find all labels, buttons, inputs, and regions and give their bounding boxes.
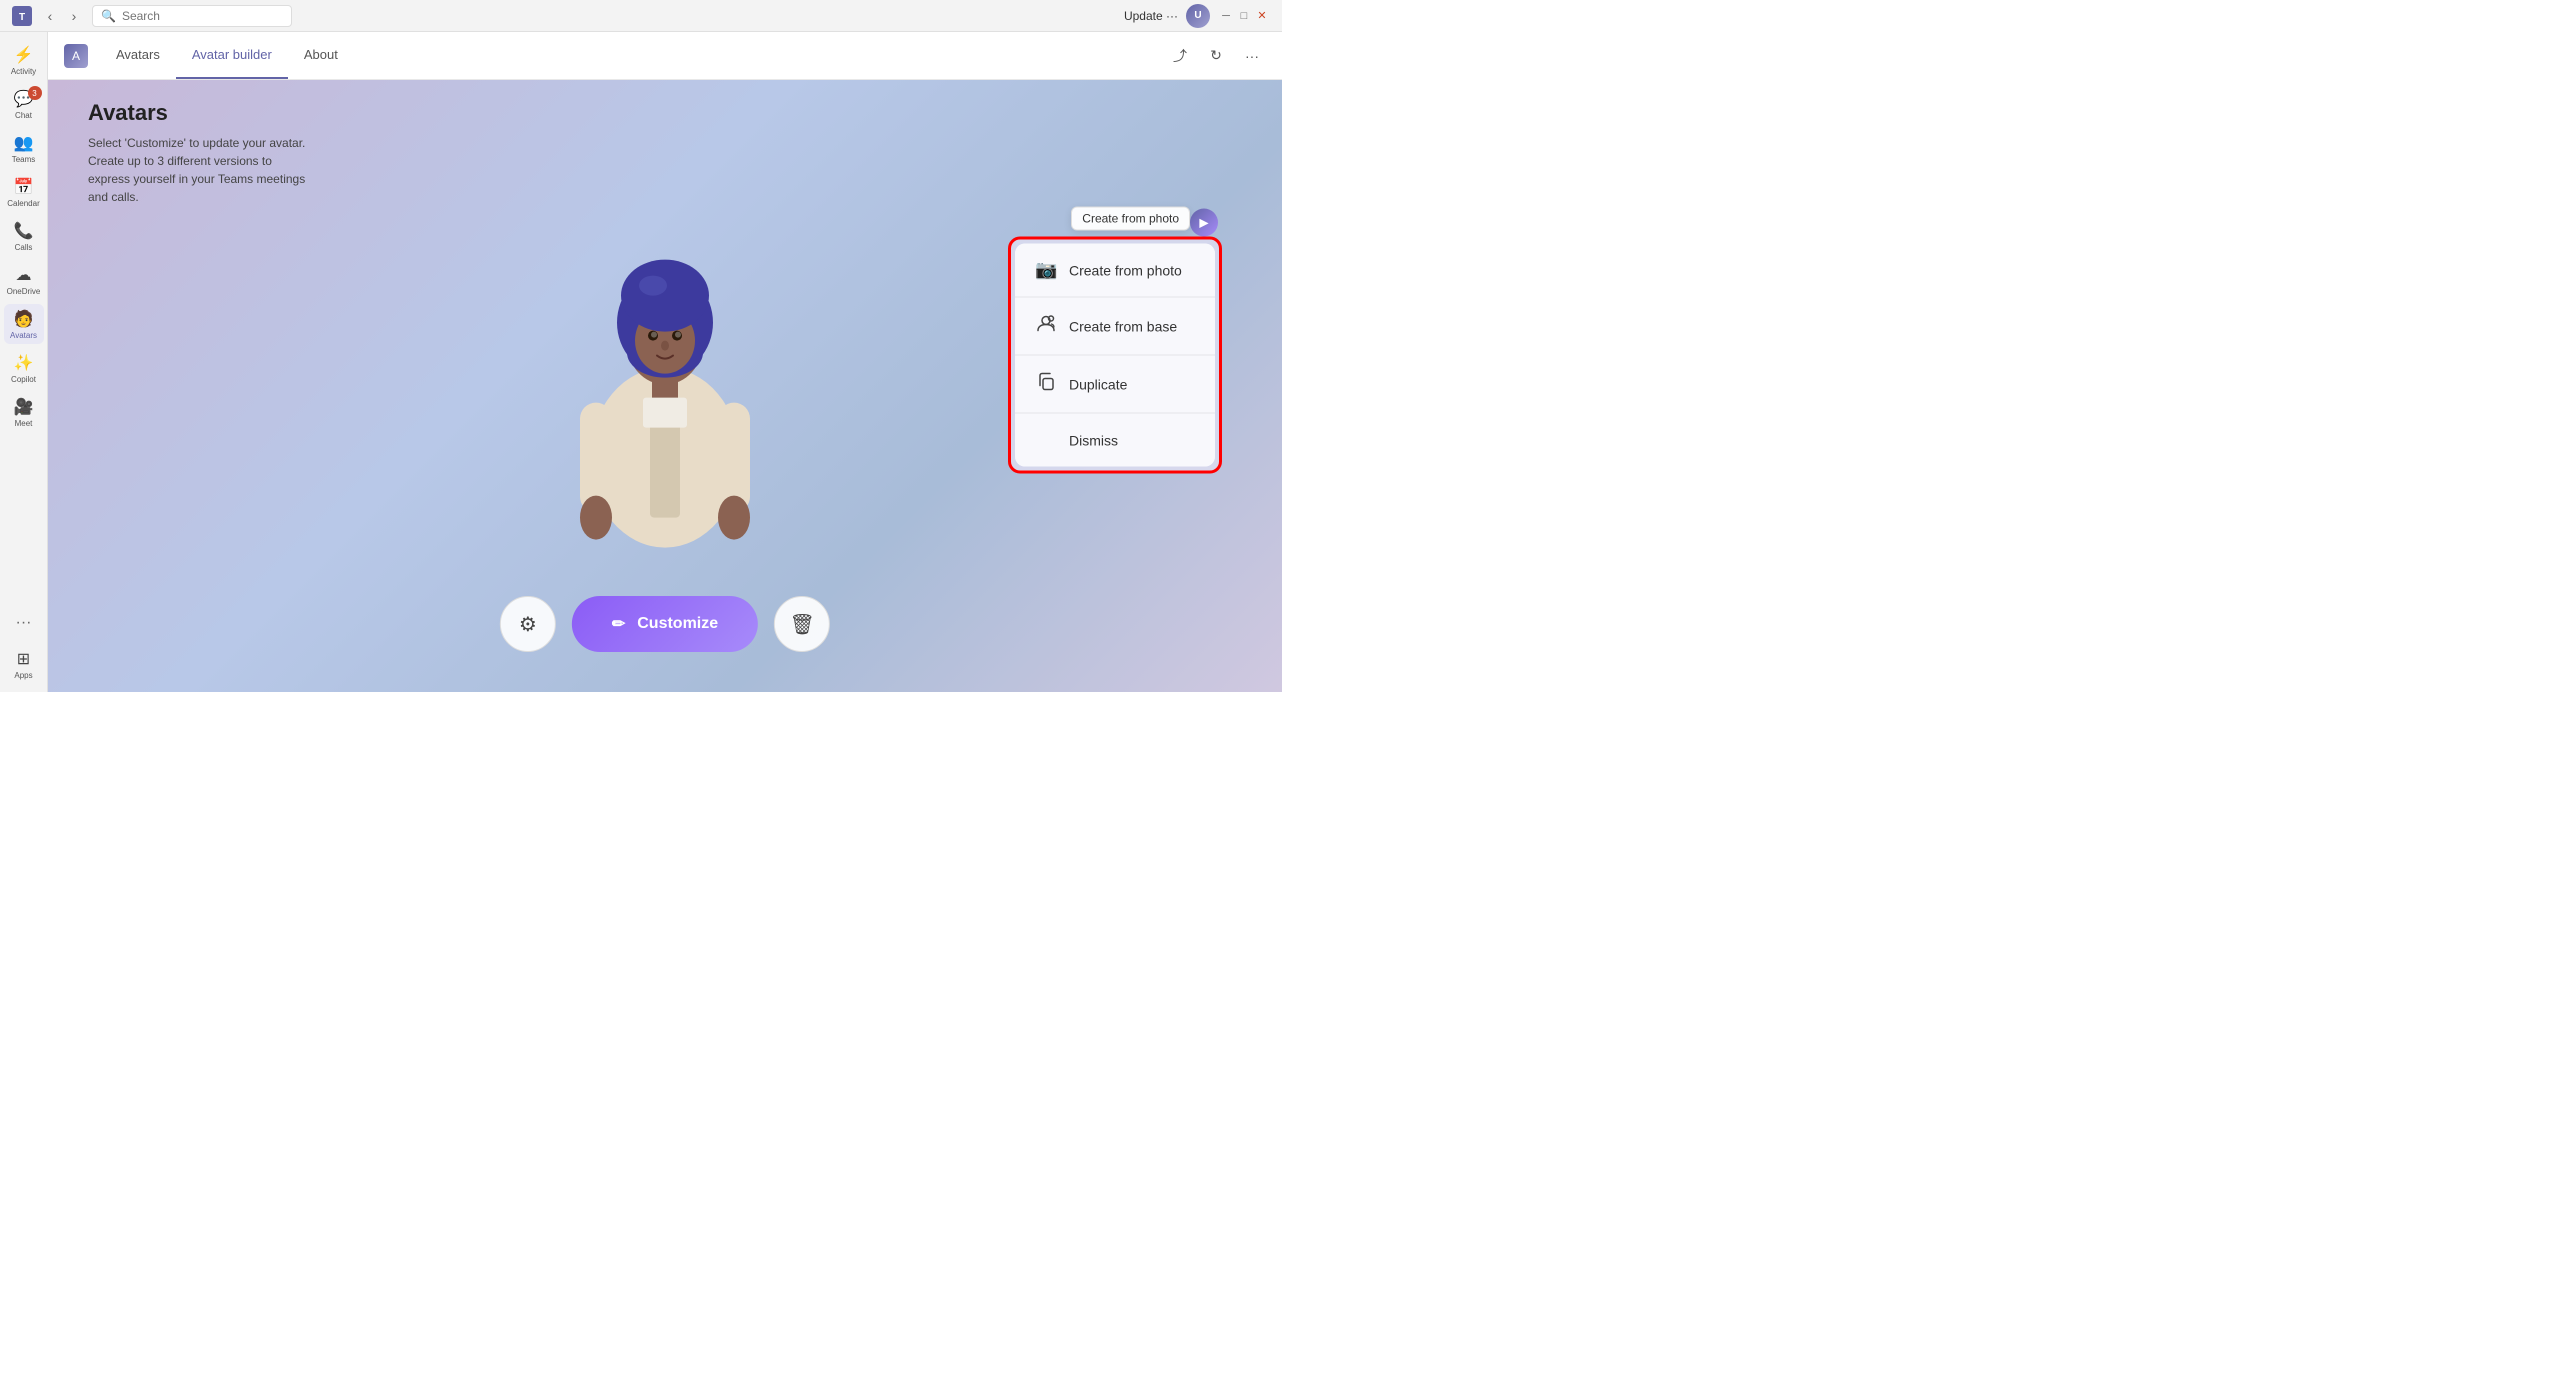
tab-avatars[interactable]: Avatars: [100, 32, 176, 79]
avatar-base-icon: [1035, 314, 1057, 339]
create-from-base-label: Create from base: [1069, 318, 1177, 334]
onedrive-icon: ☁: [16, 265, 32, 285]
dismiss-label: Dismiss: [1069, 432, 1118, 448]
camera-icon: 📷: [1035, 260, 1057, 281]
page-title: Avatars: [88, 100, 308, 126]
page-subtitle: Select 'Customize' to update your avatar…: [88, 134, 308, 206]
popup-inner: 📷 Create from photo: [1015, 244, 1215, 467]
avatar-figure: [525, 168, 805, 588]
search-bar: 🔍: [92, 5, 292, 27]
app-header: A Avatars Avatar builder About ⤴ ↻ ···: [48, 32, 1282, 80]
settings-button[interactable]: ⚙: [500, 596, 556, 652]
user-avatar: U: [1186, 4, 1210, 28]
trash-icon: 🗑: [789, 612, 814, 637]
sidebar-item-label-onedrive: OneDrive: [7, 287, 41, 296]
copilot-icon: ✨: [14, 353, 34, 373]
create-from-photo-tooltip: Create from photo: [1071, 207, 1190, 231]
sidebar-item-label-activity: Activity: [11, 67, 36, 76]
duplicate-item[interactable]: Duplicate: [1015, 356, 1215, 414]
app-area: A Avatars Avatar builder About ⤴ ↻ ··· A…: [48, 32, 1282, 692]
activity-icon: ⚡: [14, 45, 34, 65]
popup-menu: Create from photo ▶ 📷 Create from photo: [1008, 237, 1222, 474]
sidebar-item-calendar[interactable]: 📅 Calendar: [4, 172, 44, 212]
duplicate-label: Duplicate: [1069, 376, 1127, 392]
calls-icon: 📞: [14, 221, 34, 241]
bottom-toolbar: ⚙ ✏ Customize 🗑: [500, 596, 830, 652]
app-tabs: Avatars Avatar builder About: [100, 32, 354, 79]
avatar-svg: [525, 168, 805, 588]
sidebar-item-avatars[interactable]: 🧑 Avatars: [4, 304, 44, 344]
sidebar-item-copilot[interactable]: ✨ Copilot: [4, 348, 44, 388]
meet-icon: 🎥: [14, 397, 34, 417]
tab-avatar-builder[interactable]: Avatar builder: [176, 32, 288, 79]
sidebar-item-teams[interactable]: 👥 Teams: [4, 128, 44, 168]
popup-close-arrow[interactable]: ▶: [1190, 209, 1218, 237]
sidebar-item-label-avatars: Avatars: [10, 331, 37, 340]
sidebar-item-meet[interactable]: 🎥 Meet: [4, 392, 44, 432]
sidebar: ⚡ Activity 💬 Chat 3 👥 Teams 📅 Calendar 📞…: [0, 32, 48, 692]
calendar-icon: 📅: [14, 177, 34, 197]
forward-button[interactable]: ›: [64, 6, 84, 26]
delete-button[interactable]: 🗑: [774, 596, 830, 652]
search-icon: 🔍: [101, 9, 116, 23]
refresh-button[interactable]: ↻: [1202, 42, 1230, 70]
share-button[interactable]: ⤴: [1166, 42, 1194, 70]
back-button[interactable]: ‹: [40, 6, 60, 26]
more-options-button[interactable]: ···: [1238, 42, 1266, 70]
svg-text:T: T: [19, 12, 25, 23]
settings-icon: ⚙: [519, 612, 537, 637]
teams-icon: 👥: [14, 133, 34, 153]
title-bar-right: Update ··· U ─ □ ✕: [1124, 4, 1270, 28]
update-button[interactable]: Update ···: [1124, 9, 1178, 23]
teams-logo: T: [12, 6, 32, 26]
popup-border: 📷 Create from photo: [1008, 237, 1222, 474]
sidebar-item-label-chat: Chat: [15, 111, 32, 120]
sidebar-item-onedrive[interactable]: ☁ OneDrive: [4, 260, 44, 300]
app-icon: A: [64, 44, 88, 68]
create-from-base-item[interactable]: Create from base: [1015, 298, 1215, 356]
sidebar-item-apps[interactable]: ⊞ Apps: [4, 644, 44, 684]
create-from-photo-item[interactable]: 📷 Create from photo: [1015, 244, 1215, 298]
sidebar-item-label-calendar: Calendar: [7, 199, 39, 208]
nav-buttons: ‹ ›: [40, 6, 84, 26]
sidebar-more[interactable]: ···: [8, 606, 40, 640]
chat-badge: 3: [28, 86, 42, 100]
close-button[interactable]: ✕: [1254, 8, 1270, 24]
create-from-photo-label: Create from photo: [1069, 262, 1182, 278]
duplicate-icon: [1035, 372, 1057, 397]
sidebar-item-activity[interactable]: ⚡ Activity: [4, 40, 44, 80]
content-area: Avatars Select 'Customize' to update you…: [48, 80, 1282, 692]
customize-button[interactable]: ✏ Customize: [572, 596, 758, 652]
title-bar: T ‹ › 🔍 Update ··· U ─ □ ✕: [0, 0, 1282, 32]
sidebar-item-label-apps: Apps: [14, 671, 32, 680]
sidebar-item-label-teams: Teams: [12, 155, 36, 164]
page-header: Avatars Select 'Customize' to update you…: [88, 100, 308, 206]
pencil-icon: ✏: [612, 614, 625, 634]
sidebar-item-label-meet: Meet: [15, 419, 33, 428]
restore-button[interactable]: □: [1236, 8, 1252, 24]
dismiss-item[interactable]: · Dismiss: [1015, 414, 1215, 467]
window-controls: ─ □ ✕: [1218, 8, 1270, 24]
sidebar-item-calls[interactable]: 📞 Calls: [4, 216, 44, 256]
apps-icon: ⊞: [17, 649, 30, 669]
customize-label: Customize: [637, 615, 718, 633]
sidebar-item-chat[interactable]: 💬 Chat 3: [4, 84, 44, 124]
tab-about[interactable]: About: [288, 32, 354, 79]
main-layout: ⚡ Activity 💬 Chat 3 👥 Teams 📅 Calendar 📞…: [0, 32, 1282, 692]
title-bar-left: T ‹ › 🔍: [12, 5, 292, 27]
sidebar-item-label-calls: Calls: [15, 243, 33, 252]
avatars-icon: 🧑: [14, 309, 34, 329]
search-input[interactable]: [122, 9, 282, 23]
sidebar-item-label-copilot: Copilot: [11, 375, 36, 384]
minimize-button[interactable]: ─: [1218, 8, 1234, 24]
app-header-right: ⤴ ↻ ···: [1166, 42, 1266, 70]
